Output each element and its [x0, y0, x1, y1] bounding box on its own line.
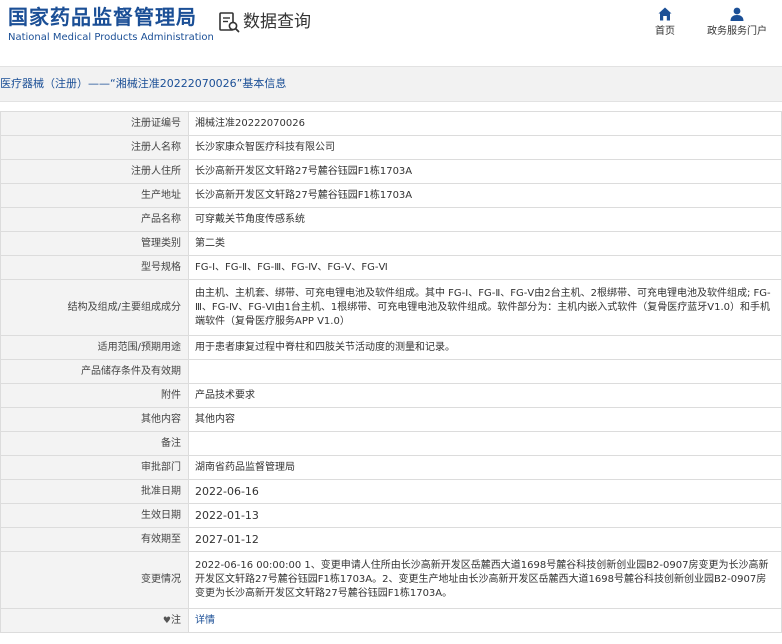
table-row: 变更情况 2022-06-16 00:00:00 1、变更申请人住所由长沙高新开…: [0, 551, 782, 609]
row-value: 2022-06-16 00:00:00 1、变更申请人住所由长沙高新开发区岳麓西…: [188, 551, 782, 609]
row-value: 2027-01-12: [188, 527, 782, 552]
row-label: 批准日期: [0, 479, 189, 504]
row-value: 第二类: [188, 231, 782, 256]
table-row: 管理类别 第二类: [0, 231, 782, 256]
row-value: [188, 431, 782, 456]
site-header: 国家药品监督管理局 National Medical Products Admi…: [0, 0, 782, 60]
row-value: 长沙高新开发区文轩路27号麓谷钰园F1栋1703A: [188, 183, 782, 208]
logo-title-cn: 国家药品监督管理局: [8, 5, 197, 29]
data-query-label: 数据查询: [243, 12, 311, 32]
nav-government-portal-label: 政务服务门户: [707, 26, 767, 37]
table-row: ♥注 详情: [0, 608, 782, 633]
table-row: 型号规格 FG-Ⅰ、FG-Ⅱ、FG-Ⅲ、FG-Ⅳ、FG-Ⅴ、FG-Ⅵ: [0, 255, 782, 280]
row-value: 长沙家康众智医疗科技有限公司: [188, 135, 782, 160]
table-row: 注册人住所 长沙高新开发区文轩路27号麓谷钰园F1栋1703A: [0, 159, 782, 184]
table-row: 生效日期 2022-01-13: [0, 503, 782, 528]
row-label: 审批部门: [0, 455, 189, 480]
row-label: 注册人名称: [0, 135, 189, 160]
table-row: 审批部门 湖南省药品监督管理局: [0, 455, 782, 480]
row-label: 型号规格: [0, 255, 189, 280]
row-value: 2022-06-16: [188, 479, 782, 504]
row-value: 湘械注准20222070026: [188, 111, 782, 136]
home-icon: [658, 7, 672, 21]
table-row: 适用范围/预期用途 用于患者康复过程中脊柱和四肢关节活动度的测量和记录。: [0, 335, 782, 360]
registration-detail-table: 注册证编号 湘械注准20222070026 注册人名称 长沙家康众智医疗科技有限…: [0, 111, 782, 633]
row-label: 备注: [0, 431, 189, 456]
data-query-title: 数据查询: [218, 11, 311, 33]
table-row: 产品储存条件及有效期: [0, 359, 782, 384]
table-row: 结构及组成/主要组成成分 由主机、主机套、绑带、可充电锂电池及软件组成。其中 F…: [0, 279, 782, 336]
table-row: 其他内容 其他内容: [0, 407, 782, 432]
table-row: 有效期至 2027-01-12: [0, 527, 782, 552]
row-value: 可穿戴关节角度传感系统: [188, 207, 782, 232]
row-label: 管理类别: [0, 231, 189, 256]
table-row: 注册证编号 湘械注准20222070026: [0, 111, 782, 136]
table-row: 批准日期 2022-06-16: [0, 479, 782, 504]
row-value: [188, 359, 782, 384]
row-label: 其他内容: [0, 407, 189, 432]
row-label-note: ♥注: [0, 608, 189, 633]
table-row: 备注: [0, 431, 782, 456]
row-value: 其他内容: [188, 407, 782, 432]
row-label: 注册人住所: [0, 159, 189, 184]
row-value: 长沙高新开发区文轩路27号麓谷钰园F1栋1703A: [188, 159, 782, 184]
breadcrumb-bar: 医疗器械（注册）——“湘械注准20222070026”基本信息: [0, 66, 782, 102]
row-label: 注册证编号: [0, 111, 189, 136]
document-search-icon: [219, 12, 240, 33]
nav-home-label: 首页: [655, 26, 675, 37]
details-link[interactable]: 详情: [188, 608, 782, 633]
row-value: 由主机、主机套、绑带、可充电锂电池及软件组成。其中 FG-Ⅰ、FG-Ⅱ、FG-Ⅴ…: [188, 279, 782, 336]
row-label-text: 注: [171, 614, 181, 626]
row-label: 生产地址: [0, 183, 189, 208]
nav-home[interactable]: 首页: [650, 6, 680, 38]
row-label: 附件: [0, 383, 189, 408]
site-logo[interactable]: 国家药品监督管理局 National Medical Products Admi…: [8, 5, 214, 44]
row-value: 产品技术要求: [188, 383, 782, 408]
row-label: 生效日期: [0, 503, 189, 528]
table-row: 生产地址 长沙高新开发区文轩路27号麓谷钰园F1栋1703A: [0, 183, 782, 208]
row-value: 湖南省药品监督管理局: [188, 455, 782, 480]
nav-government-portal[interactable]: 政务服务门户: [700, 6, 774, 38]
pin-icon: ♥: [162, 615, 171, 626]
table-row: 注册人名称 长沙家康众智医疗科技有限公司: [0, 135, 782, 160]
table-row: 附件 产品技术要求: [0, 383, 782, 408]
row-value: 用于患者康复过程中脊柱和四肢关节活动度的测量和记录。: [188, 335, 782, 360]
logo-title-en: National Medical Products Administration: [8, 32, 214, 43]
row-label: 产品储存条件及有效期: [0, 359, 189, 384]
breadcrumb: 医疗器械（注册）——“湘械注准20222070026”基本信息: [0, 77, 287, 90]
row-value: 2022-01-13: [188, 503, 782, 528]
table-row: 产品名称 可穿戴关节角度传感系统: [0, 207, 782, 232]
row-value: FG-Ⅰ、FG-Ⅱ、FG-Ⅲ、FG-Ⅳ、FG-Ⅴ、FG-Ⅵ: [188, 255, 782, 280]
row-label: 产品名称: [0, 207, 189, 232]
row-label: 有效期至: [0, 527, 189, 552]
row-label: 结构及组成/主要组成成分: [0, 279, 189, 336]
user-icon: [730, 7, 744, 21]
row-label: 适用范围/预期用途: [0, 335, 189, 360]
row-label: 变更情况: [0, 551, 189, 609]
